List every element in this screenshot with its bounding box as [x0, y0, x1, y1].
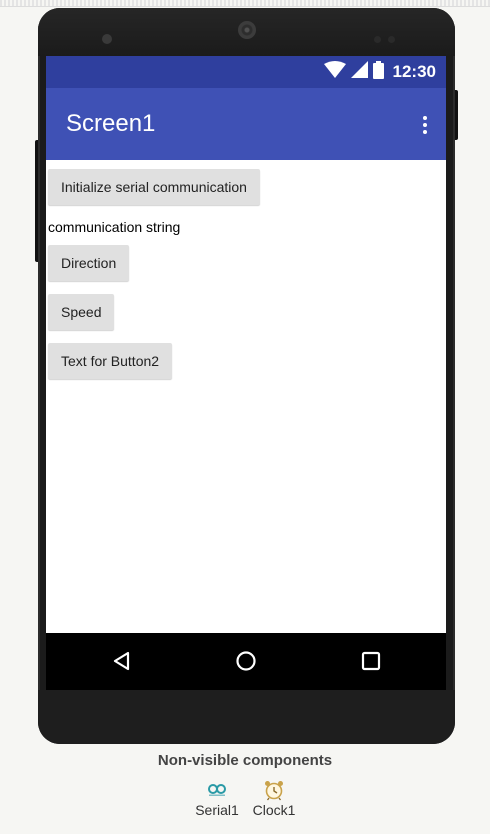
direction-button[interactable]: Direction	[48, 245, 130, 281]
clock1-label: Clock1	[252, 802, 296, 818]
proximity-sensor-icon	[374, 36, 381, 43]
recents-icon[interactable]	[360, 650, 382, 672]
home-icon[interactable]	[235, 650, 257, 672]
light-sensor-icon	[388, 36, 395, 43]
screen-title: Screen1	[66, 110, 156, 137]
status-bar: 12:30	[46, 56, 446, 88]
alarm-clock-icon	[250, 778, 298, 802]
phone-bottom-bezel	[38, 690, 455, 744]
battery-icon	[372, 60, 384, 84]
overflow-menu-icon[interactable]	[422, 116, 428, 134]
serial1-label: Serial1	[195, 802, 239, 818]
serial1-component[interactable]: Serial1	[194, 778, 240, 818]
clock1-component[interactable]: Clock1	[250, 778, 298, 818]
top-divider	[0, 6, 490, 7]
navigation-bar	[46, 633, 446, 690]
non-visible-components-title: Non-visible components	[157, 752, 333, 769]
earpiece-icon	[238, 21, 256, 39]
initialize-serial-button[interactable]: Initialize serial communication	[48, 169, 260, 205]
arduino-icon	[194, 778, 240, 802]
cell-signal-icon	[350, 61, 368, 83]
speed-button[interactable]: Speed	[48, 294, 115, 330]
communication-string-label: communication string	[48, 219, 181, 235]
screen-content: Initialize serial communication communic…	[46, 160, 446, 633]
phone-screen: 12:30 Screen1 Initialize serial communic…	[46, 56, 446, 690]
wifi-icon	[323, 61, 346, 83]
front-camera-icon	[102, 34, 112, 44]
back-icon[interactable]	[111, 650, 133, 672]
button2[interactable]: Text for Button2	[48, 343, 173, 379]
app-bar: Screen1	[46, 88, 446, 160]
status-time: 12:30	[392, 62, 436, 81]
